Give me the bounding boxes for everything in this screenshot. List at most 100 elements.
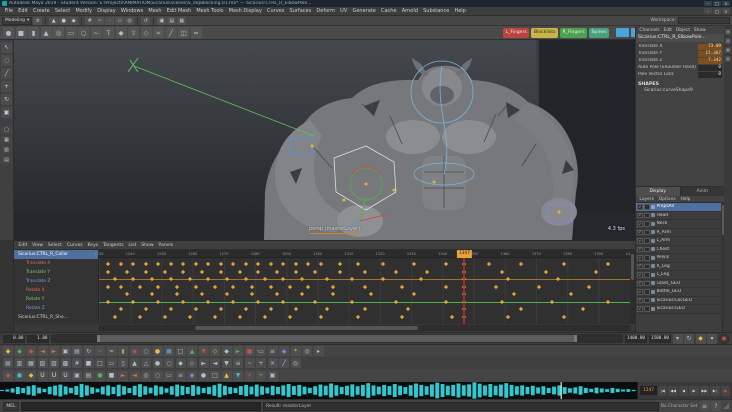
hold-key-icon[interactable]: ◇: [210, 346, 220, 356]
ipr-render-icon[interactable]: ▤: [167, 16, 177, 25]
move-tool-icon[interactable]: +: [1, 81, 12, 92]
play-icon-2[interactable]: ►: [118, 370, 128, 381]
shape-node-name[interactable]: Sicarius:curveShape9: [636, 87, 724, 93]
playback-start-field[interactable]: 1.00: [27, 334, 49, 343]
graph-editor-icon[interactable]: ▣: [60, 346, 71, 356]
keyframe[interactable]: [493, 284, 498, 289]
layer-visibility-toggle[interactable]: V: [637, 238, 643, 244]
graph-outliner-item[interactable]: Sicarius:CTRL_R_Collar: [14, 250, 98, 259]
target-icon[interactable]: ◎: [290, 358, 301, 368]
keyframe[interactable]: [381, 276, 386, 282]
keyframe[interactable]: [224, 276, 230, 282]
step-back-key-button[interactable]: ◀◀: [668, 385, 678, 396]
menu-display[interactable]: Display: [95, 8, 119, 14]
character-set-menu-icon[interactable]: ▾: [707, 333, 717, 344]
playblast-icon[interactable]: ◎: [302, 346, 312, 356]
keyframe[interactable]: [162, 269, 167, 274]
anim-start-field[interactable]: 0.00: [3, 334, 25, 343]
rig-pole-marker[interactable]: [127, 57, 139, 73]
plus-icon[interactable]: +: [256, 358, 266, 368]
graph-outliner-item[interactable]: Rotate Y: [14, 295, 98, 304]
circle-icon-2[interactable]: ○: [152, 370, 163, 381]
keyframe[interactable]: [237, 269, 242, 274]
slash-icon[interactable]: ╱: [279, 358, 289, 368]
keyframe[interactable]: [224, 291, 230, 297]
keyframe[interactable]: [568, 291, 573, 297]
scene-minimize-button[interactable]: –: [704, 8, 712, 14]
layer-row[interactable]: V Neck: [636, 220, 721, 229]
tab-anim-layers[interactable]: Anim: [680, 187, 725, 196]
paint-select-tool-icon[interactable]: ╱: [1, 68, 12, 79]
keyframe[interactable]: [268, 261, 273, 267]
graph-menu-tangents[interactable]: Tangents: [101, 243, 126, 248]
layer-visibility-toggle[interactable]: V: [637, 212, 643, 218]
teal-dot-icon[interactable]: ●: [14, 370, 25, 381]
step-back-frame-button[interactable]: ◀: [678, 385, 689, 396]
layer-type-toggle[interactable]: [644, 221, 650, 227]
attribute-value-field[interactable]: 73.09: [698, 43, 722, 50]
keyframe[interactable]: [606, 261, 611, 267]
layer-row[interactable]: V L_Leg: [636, 271, 721, 280]
keyframe[interactable]: [243, 276, 248, 282]
panel-icon-1[interactable]: ▤: [3, 358, 13, 368]
graph-menu-panels[interactable]: Panels: [156, 243, 176, 248]
delete-key-icon[interactable]: ◆: [26, 346, 36, 356]
keyframe[interactable]: [331, 284, 336, 289]
shelf-button-spines[interactable]: Spines: [588, 27, 610, 38]
keyframe[interactable]: [443, 284, 448, 289]
diamond-outline-icon[interactable]: ◇: [187, 358, 197, 368]
keyframe[interactable]: [281, 261, 286, 267]
layer-visibility-toggle[interactable]: V: [637, 204, 643, 210]
keyframe[interactable]: [112, 276, 117, 282]
bar-icon[interactable]: ▭: [106, 358, 117, 368]
left-icon[interactable]: ◄: [210, 358, 220, 368]
keyframe[interactable]: [418, 276, 423, 282]
curve-icon[interactable]: ~: [95, 346, 105, 356]
keyframe[interactable]: [406, 306, 411, 312]
resize-grip[interactable]: [723, 403, 729, 409]
menu-substance[interactable]: Substance: [421, 8, 452, 14]
graph-menu-list[interactable]: List: [126, 243, 139, 248]
keyframe[interactable]: [206, 276, 211, 282]
scene-maximize-button[interactable]: □: [713, 8, 721, 14]
layout-outliner-pane-icon[interactable]: ▤: [1, 156, 12, 164]
keyframe[interactable]: [381, 261, 386, 267]
polygon-cylinder-icon[interactable]: ▮: [28, 27, 39, 38]
panel-icon-2[interactable]: ▥: [14, 358, 25, 368]
menu-deform[interactable]: Deform: [314, 8, 338, 14]
keyframe[interactable]: [606, 299, 611, 304]
menu-uv[interactable]: UV: [338, 8, 350, 14]
keyframe[interactable]: [281, 276, 286, 282]
keyframe[interactable]: [562, 314, 567, 319]
panel-icon-3[interactable]: ▦: [26, 358, 36, 368]
keyframe[interactable]: [218, 269, 223, 274]
keyframe[interactable]: [131, 261, 136, 267]
keyframe[interactable]: [156, 299, 161, 304]
keyframe[interactable]: [274, 269, 280, 274]
current-time-marker[interactable]: [463, 258, 466, 324]
layer-type-toggle[interactable]: [644, 280, 650, 286]
layer-row[interactable]: V Sicarius:LocGEO: [636, 296, 721, 305]
layer-visibility-toggle[interactable]: V: [637, 297, 643, 303]
play-forward-button[interactable]: ▶: [689, 385, 699, 396]
grid-icon[interactable]: #: [72, 358, 82, 368]
layer-visibility-toggle[interactable]: V: [637, 263, 643, 269]
keyframe[interactable]: [162, 314, 167, 319]
bevel-icon[interactable]: ◇: [140, 27, 152, 38]
keyframe[interactable]: [143, 306, 148, 312]
menu-cache[interactable]: Cache: [378, 8, 399, 14]
keyframe[interactable]: [587, 284, 592, 289]
keyframe[interactable]: [237, 314, 242, 319]
keyframe[interactable]: [256, 269, 261, 274]
keyframe[interactable]: [124, 269, 130, 274]
keyframe[interactable]: [181, 269, 186, 274]
keyframe[interactable]: [356, 261, 361, 267]
graph-outliner-item[interactable]: Translate Y: [14, 268, 98, 277]
nurbs-curve-icon[interactable]: ~: [90, 27, 102, 38]
step-forward-key-button[interactable]: ▶▶: [699, 385, 710, 396]
polygon-sphere-icon[interactable]: ●: [3, 27, 14, 38]
keyframe[interactable]: [393, 299, 398, 304]
keyframe[interactable]: [181, 261, 186, 267]
keyframe[interactable]: [106, 269, 111, 274]
prev-key-icon[interactable]: ◄: [37, 346, 48, 356]
